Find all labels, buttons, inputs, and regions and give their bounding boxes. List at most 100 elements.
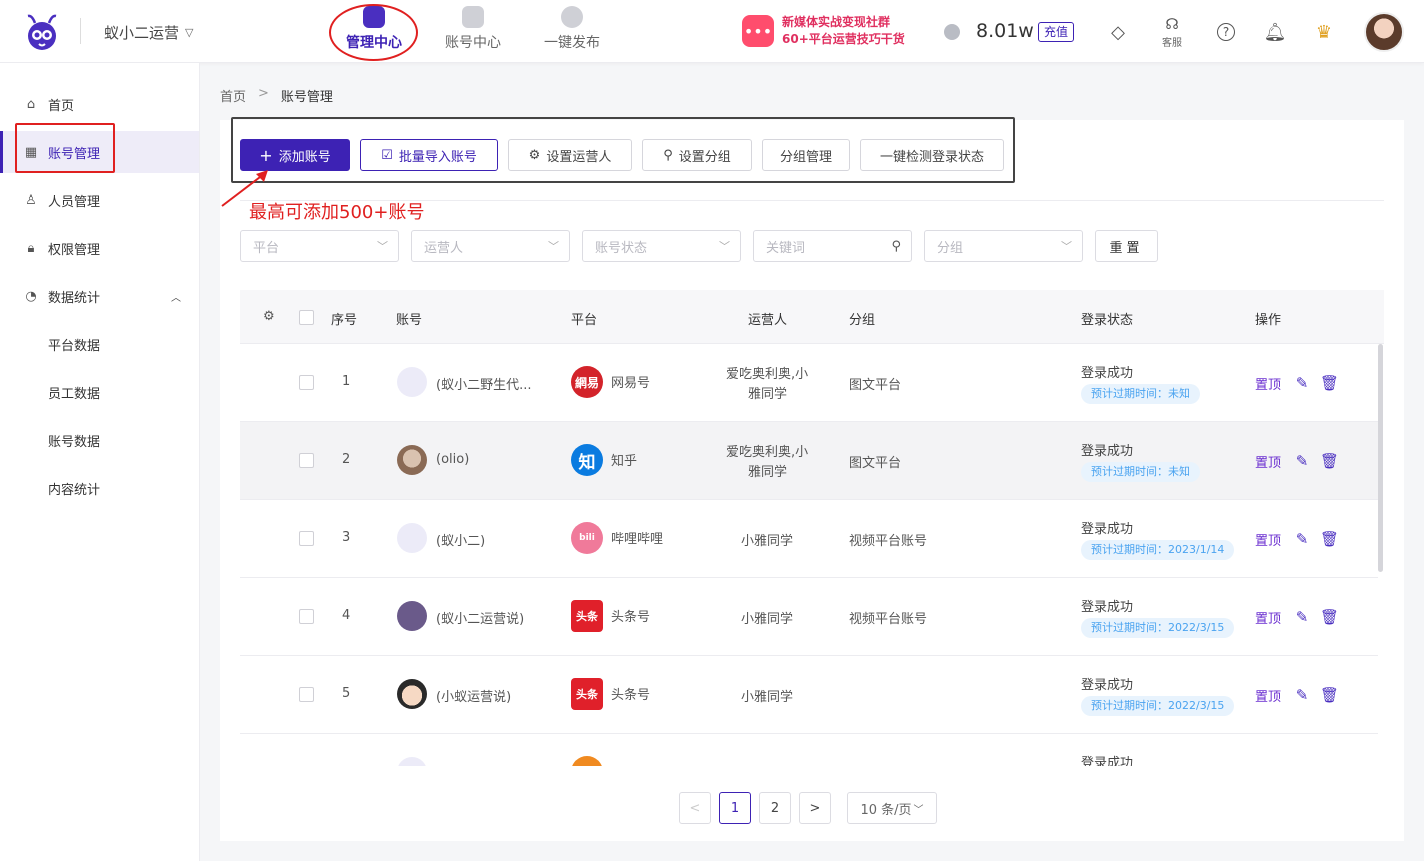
edit-icon[interactable]: ✎ [1294, 609, 1310, 625]
pin-top-button[interactable]: 置顶 [1255, 686, 1281, 705]
plus-icon: + [259, 145, 273, 165]
chevron-down-icon: ﹀ [1061, 240, 1072, 253]
sidebar-item-home[interactable]: ⌂ 首页 [0, 83, 199, 125]
prev-page-button[interactable]: < [679, 792, 711, 824]
page-2-button[interactable]: 2 [759, 792, 791, 824]
row-checkbox[interactable] [299, 609, 314, 624]
account-name: (蚁小二野生代... [436, 378, 532, 393]
sidebar-subitem-label: 员工数据 [48, 386, 101, 402]
bell-icon[interactable]: 🔔︎ [1261, 18, 1289, 46]
table-row[interactable]: 2 (olio) 知 知乎 爱吃奥利奥,小 雅同学 图文平台 登录成功 预计过期… [240, 422, 1378, 500]
balance-value: 8.01w [976, 20, 1034, 42]
edit-icon[interactable]: ✎ [1294, 687, 1310, 703]
sidebar-subitem-platform-data[interactable]: 平台数据 [0, 323, 199, 365]
page-size-value: 10 条/页 [860, 802, 912, 818]
table-row[interactable]: 登录成功 [240, 734, 1378, 766]
operator-line-1: 小雅同学 [741, 690, 794, 705]
nav-account-center[interactable]: 账号中心 [428, 6, 518, 52]
row-checkbox[interactable] [299, 531, 314, 546]
pin-top-button[interactable]: 置顶 [1255, 452, 1281, 471]
trash-icon[interactable]: 🗑︎ [1320, 375, 1339, 391]
crown-icon[interactable]: ♛ [1310, 18, 1338, 46]
row-index: 4 [342, 608, 351, 623]
login-status: 登录成功 [1081, 600, 1134, 615]
sidebar-item-label: 人员管理 [48, 194, 101, 210]
zhihu-icon: 知 [571, 444, 603, 476]
table-row[interactable]: 5 (小蚁运营说) 头条 头条号 小雅同学 登录成功 预计过期时间：2022/3… [240, 656, 1378, 734]
sidebar-item-data-statistics[interactable]: ◔ 数据统计 ︿ [0, 275, 199, 317]
customer-service-button[interactable]: ☊ 客服 [1158, 15, 1186, 49]
select-all-checkbox[interactable] [299, 310, 314, 325]
pin-top-button[interactable]: 置顶 [1255, 608, 1281, 627]
search-icon[interactable]: ⚲ [891, 239, 901, 254]
breadcrumb-current: 账号管理 [280, 90, 333, 105]
group-manage-button[interactable]: 分组管理 [762, 139, 850, 171]
sidebar-subitem-account-data[interactable]: 账号数据 [0, 419, 199, 461]
column-settings-icon[interactable]: ⚙ [263, 309, 275, 324]
trash-icon[interactable]: 🗑︎ [1320, 687, 1339, 703]
lock-icon: 🔒︎ [27, 240, 35, 256]
promo-banner[interactable]: ••• 新媒体实战变现社群 60+平台运营技巧干货 [742, 14, 905, 48]
platform-name: 头条号 [611, 688, 651, 703]
account-avatar [397, 523, 427, 553]
user-avatar[interactable] [1364, 12, 1404, 52]
trash-icon[interactable]: 🗑︎ [1320, 531, 1339, 547]
sidebar-subitem-content-stats[interactable]: 内容统计 [0, 467, 199, 509]
table-row[interactable]: 1 (蚁小二野生代... 網易 网易号 爱吃奥利奥,小 雅同学 图文平台 登录成… [240, 344, 1378, 422]
ant-logo-icon[interactable] [20, 10, 64, 54]
row-checkbox[interactable] [299, 375, 314, 390]
trash-icon[interactable]: 🗑︎ [1320, 609, 1339, 625]
breadcrumb-separator: > [258, 86, 269, 101]
keyword-input[interactable]: 关键词 ⚲ [753, 230, 912, 262]
sidebar-item-permission-management[interactable]: 🔒︎ 权限管理 [0, 227, 199, 269]
nav-manage-center[interactable]: 管理中心 [329, 6, 419, 52]
coin-icon [944, 24, 960, 40]
set-group-button[interactable]: ⚲ 设置分组 [642, 139, 752, 171]
account-name: (蚁小二) [436, 534, 486, 549]
pin-top-button[interactable]: 置顶 [1255, 530, 1281, 549]
row-checkbox[interactable] [299, 687, 314, 702]
account-status-select[interactable]: 账号状态 ﹀ [582, 230, 741, 262]
operator-select[interactable]: 运营人 ﹀ [411, 230, 570, 262]
set-operator-button[interactable]: ⚙ 设置运营人 [508, 139, 632, 171]
breadcrumb-home[interactable]: 首页 [220, 86, 246, 105]
column-header-action: 操作 [1255, 313, 1282, 328]
sidebar-subitem-staff-data[interactable]: 员工数据 [0, 371, 199, 413]
page-1-button[interactable]: 1 [719, 792, 751, 824]
recharge-button[interactable]: 充值 [1038, 22, 1075, 42]
sidebar: ⌂ 首页 ▦ 账号管理 ♙ 人员管理 🔒︎ 权限管理 ◔ 数据统计 ︿ 平台数据… [0, 63, 200, 861]
page-size-select[interactable]: 10 条/页 ﹀ [847, 792, 937, 824]
sidebar-item-account-management[interactable]: ▦ 账号管理 [0, 131, 199, 173]
divider [240, 200, 1384, 201]
expire-badge: 预计过期时间：2023/1/14 [1081, 540, 1235, 560]
account-avatar [397, 367, 427, 397]
edit-icon[interactable]: ✎ [1294, 453, 1310, 469]
pin-top-button[interactable]: 置顶 [1255, 374, 1281, 393]
batch-import-button[interactable]: ☑ 批量导入账号 [360, 139, 498, 171]
group-select[interactable]: 分组 ﹀ [924, 230, 1083, 262]
platform-select[interactable]: 平台 ﹀ [240, 230, 399, 262]
table-scrollbar[interactable] [1378, 344, 1383, 572]
table-row[interactable]: 4 (蚁小二运营说) 头条 头条号 小雅同学 视频平台账号 登录成功 预计过期时… [240, 578, 1378, 656]
nav-label: 管理中心 [346, 35, 402, 51]
login-status: 登录成功 [1081, 756, 1134, 766]
sidebar-item-label: 账号管理 [48, 146, 101, 162]
group-name: 视频平台账号 [849, 534, 928, 549]
chevron-down-icon: ﹀ [548, 240, 559, 253]
nav-label: 账号中心 [445, 35, 501, 51]
row-checkbox[interactable] [299, 453, 314, 468]
nav-one-click-publish[interactable]: 一键发布 [527, 6, 617, 52]
help-icon[interactable]: ? [1212, 18, 1240, 46]
workspace-switcher[interactable]: 蚁小二运营 ▽ [104, 22, 193, 43]
sidebar-item-label: 数据统计 [48, 290, 101, 306]
edit-icon[interactable]: ✎ [1294, 531, 1310, 547]
trash-icon[interactable]: 🗑︎ [1320, 453, 1339, 469]
reset-button[interactable]: 重置 [1095, 230, 1158, 262]
diamond-icon[interactable]: ◇ [1104, 18, 1132, 46]
table-row[interactable]: 3 (蚁小二) bili 哔哩哔哩 小雅同学 视频平台账号 登录成功 预计过期时… [240, 500, 1378, 578]
check-login-status-button[interactable]: 一键检测登录状态 [860, 139, 1004, 171]
add-account-button[interactable]: + 添加账号 [240, 139, 350, 171]
sidebar-item-staff-management[interactable]: ♙ 人员管理 [0, 179, 199, 221]
next-page-button[interactable]: > [799, 792, 831, 824]
edit-icon[interactable]: ✎ [1294, 375, 1310, 391]
